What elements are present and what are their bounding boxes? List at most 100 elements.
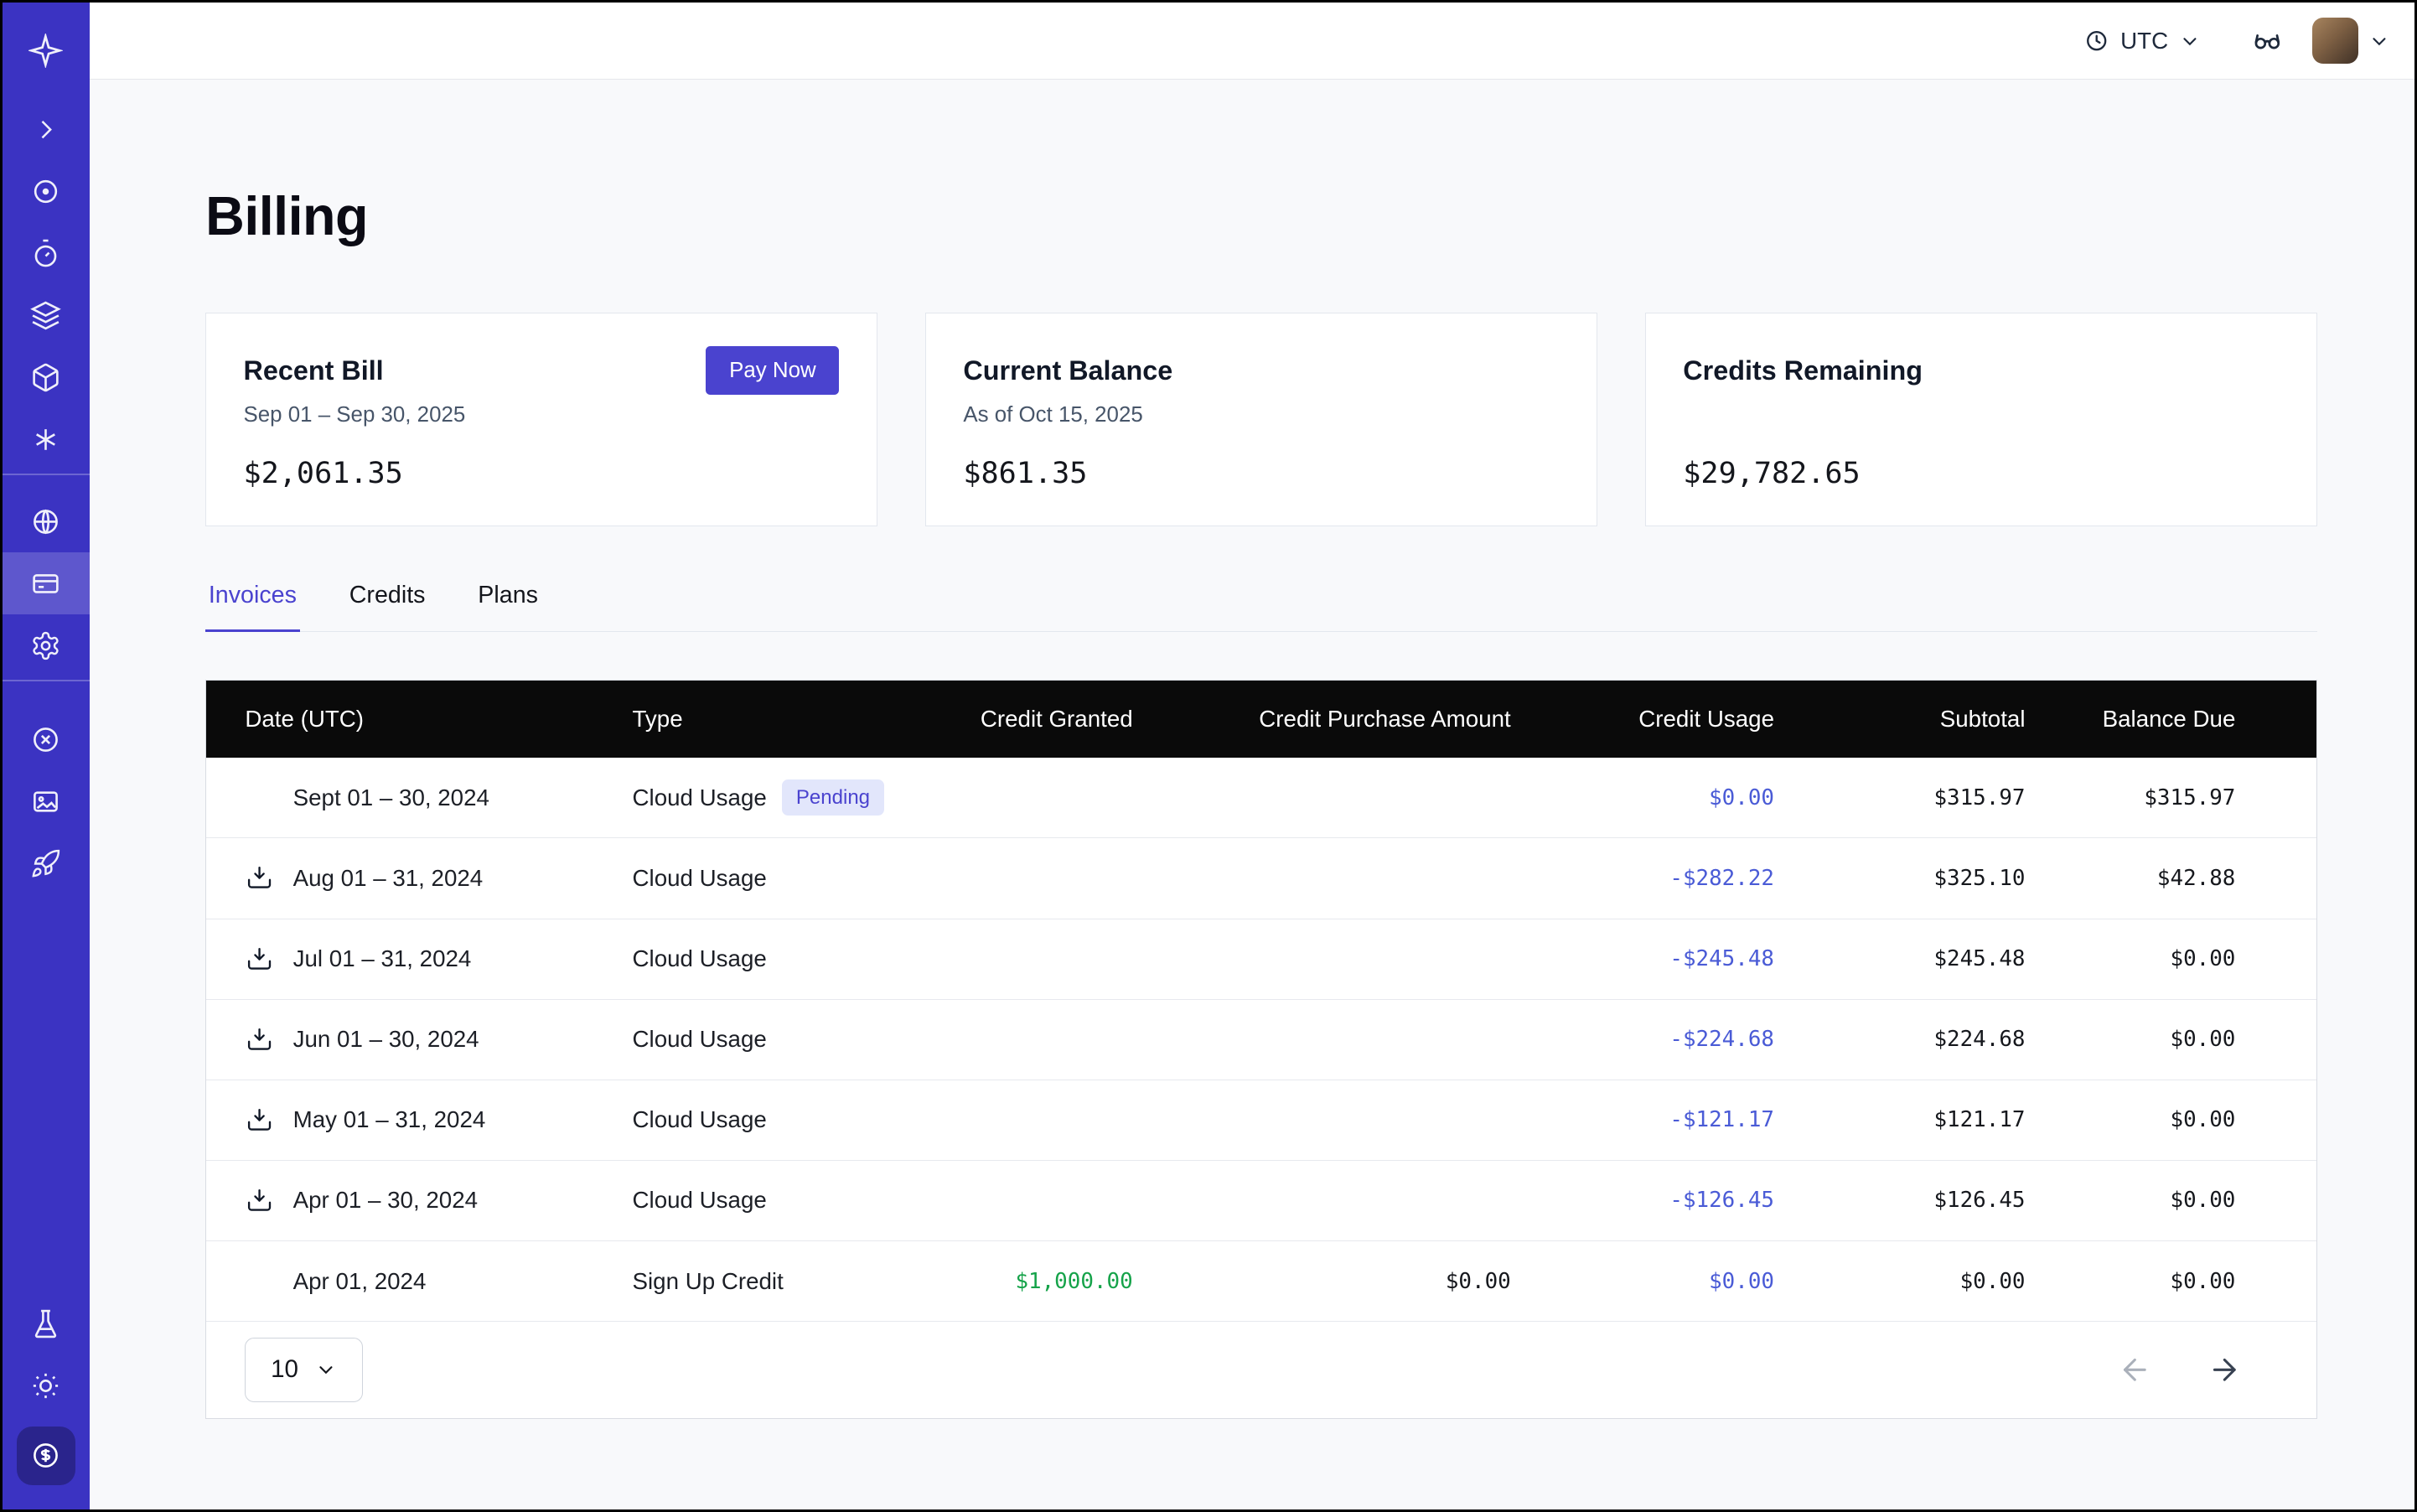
download-invoice-button[interactable]: [245, 863, 274, 893]
credit-card-icon: [30, 568, 61, 599]
image-icon[interactable]: [3, 771, 90, 833]
balance-due: $0.00: [2025, 1269, 2235, 1294]
subtotal: $0.00: [1774, 1269, 2025, 1294]
table-footer: 10: [206, 1322, 2316, 1418]
tab-invoices[interactable]: Invoices: [205, 572, 299, 632]
download-icon: [245, 1106, 274, 1135]
credits-button[interactable]: [17, 1427, 75, 1485]
invoice-date: Sept 01 – 30, 2024: [293, 784, 489, 811]
asterisk-icon[interactable]: [3, 408, 90, 470]
col-type: Type: [633, 706, 932, 733]
pay-now-button[interactable]: Pay Now: [706, 346, 839, 396]
flask-icon[interactable]: [3, 1293, 90, 1355]
target-icon[interactable]: [3, 161, 90, 223]
layers-icon[interactable]: [3, 284, 90, 346]
subtotal: $245.48: [1774, 946, 2025, 971]
balance-due: $42.88: [2025, 866, 2235, 891]
sidebar-divider: [3, 474, 90, 475]
clock-icon: [2083, 28, 2109, 54]
invoice-type: Cloud Usage: [633, 784, 767, 811]
summary-cards: Recent Bill Pay Now Sep 01 – Sep 30, 202…: [205, 313, 2316, 526]
invoice-type: Cloud Usage: [633, 1026, 767, 1053]
next-page-button[interactable]: [2207, 1353, 2242, 1387]
current-balance-card: Current Balance As of Oct 15, 2025 $861.…: [925, 313, 1597, 526]
table-row: Aug 01 – 31, 2024 Cloud Usage -$282.22 $…: [206, 838, 2316, 919]
card-title: Credits Remaining: [1683, 355, 1923, 386]
balance-due: $0.00: [2025, 946, 2235, 971]
credit-usage: $0.00: [1511, 785, 1774, 810]
invoice-type: Cloud Usage: [633, 945, 767, 972]
credits-remaining-card: Credits Remaining $29,782.65: [1645, 313, 2317, 526]
page-title: Billing: [205, 182, 2316, 250]
card-title: Current Balance: [963, 355, 1172, 386]
credit-usage: $0.00: [1511, 1269, 1774, 1294]
credit-usage: -$282.22: [1511, 866, 1774, 891]
col-credit-purchase: Credit Purchase Amount: [1133, 706, 1511, 733]
download-invoice-button[interactable]: [245, 1025, 274, 1054]
credit-purchase-amount: $0.00: [1133, 1269, 1511, 1294]
glasses-icon[interactable]: [2250, 23, 2285, 58]
download-invoice-button[interactable]: [245, 1186, 274, 1215]
pagination: [2118, 1353, 2242, 1387]
download-icon: [245, 863, 274, 893]
sidebar-divider: [3, 680, 90, 681]
invoice-date: Jun 01 – 30, 2024: [293, 1026, 479, 1053]
globe-icon[interactable]: [3, 490, 90, 552]
table-row: Jul 01 – 31, 2024 Cloud Usage -$245.48 $…: [206, 919, 2316, 1000]
col-credit-usage: Credit Usage: [1511, 706, 1774, 733]
subtotal: $315.97: [1774, 785, 2025, 810]
subtotal: $126.45: [1774, 1188, 2025, 1213]
previous-page-button[interactable]: [2118, 1353, 2152, 1387]
subtotal: $224.68: [1774, 1027, 2025, 1052]
app-window: UTC Billing Recent Bill Pay Now: [0, 0, 2417, 1512]
balance-due: $0.00: [2025, 1107, 2235, 1132]
sidebar-item-billing[interactable]: [3, 552, 90, 614]
user-avatar[interactable]: [2312, 18, 2358, 64]
table-row: Apr 01, 2024 Sign Up Credit $1,000.00 $0…: [206, 1241, 2316, 1322]
sidebar: [3, 3, 90, 1509]
rocket-icon[interactable]: [3, 833, 90, 895]
download-icon: [245, 945, 274, 974]
page-size-value: 10: [271, 1355, 298, 1384]
invoice-type: Cloud Usage: [633, 865, 767, 892]
balance-amount: $861.35: [963, 456, 1559, 490]
col-date: Date (UTC): [245, 706, 632, 733]
table-header: Date (UTC) Type Credit Granted Credit Pu…: [206, 681, 2316, 758]
tab-plans[interactable]: Plans: [475, 572, 541, 630]
page-content: Billing Recent Bill Pay Now Sep 01 – Sep…: [90, 80, 2414, 1509]
table-row: Apr 01 – 30, 2024 Cloud Usage -$126.45 $…: [206, 1161, 2316, 1241]
balance-due: $0.00: [2025, 1027, 2235, 1052]
balance-due: $0.00: [2025, 1188, 2235, 1213]
invoice-type: Cloud Usage: [633, 1106, 767, 1133]
download-icon: [245, 1186, 274, 1215]
billing-tabs: Invoices Credits Plans: [205, 572, 2316, 631]
credits-sub: [1683, 400, 2279, 431]
card-title: Recent Bill: [244, 355, 384, 386]
table-row: Jun 01 – 30, 2024 Cloud Usage -$224.68 $…: [206, 1000, 2316, 1080]
download-invoice-button[interactable]: [245, 1106, 274, 1135]
credit-usage: -$126.45: [1511, 1188, 1774, 1213]
credits-amount: $29,782.65: [1683, 456, 2279, 490]
timezone-selector[interactable]: UTC: [2083, 28, 2201, 54]
chevron-down-icon: [2368, 30, 2390, 52]
sun-icon[interactable]: [3, 1354, 90, 1416]
invoice-date: Apr 01 – 30, 2024: [293, 1187, 478, 1214]
table-body: Sept 01 – 30, 2024 Cloud Usage Pending $…: [206, 758, 2316, 1322]
logo-icon[interactable]: [3, 3, 90, 99]
download-invoice-button[interactable]: [245, 945, 274, 974]
col-balance-due: Balance Due: [2025, 706, 2235, 733]
subtotal: $325.10: [1774, 866, 2025, 891]
page-size-select[interactable]: 10: [245, 1338, 363, 1403]
tab-credits[interactable]: Credits: [346, 572, 428, 630]
gear-icon[interactable]: [3, 614, 90, 676]
user-menu[interactable]: [2312, 18, 2389, 64]
timezone-label: UTC: [2120, 28, 2168, 54]
chevron-down-icon: [315, 1359, 337, 1380]
cube-icon[interactable]: [3, 346, 90, 408]
credit-usage: -$224.68: [1511, 1027, 1774, 1052]
circle-x-icon[interactable]: [3, 709, 90, 771]
status-badge: Pending: [782, 779, 883, 816]
timer-icon[interactable]: [3, 222, 90, 284]
chevron-right-icon[interactable]: [3, 99, 90, 161]
credit-usage: -$245.48: [1511, 946, 1774, 971]
